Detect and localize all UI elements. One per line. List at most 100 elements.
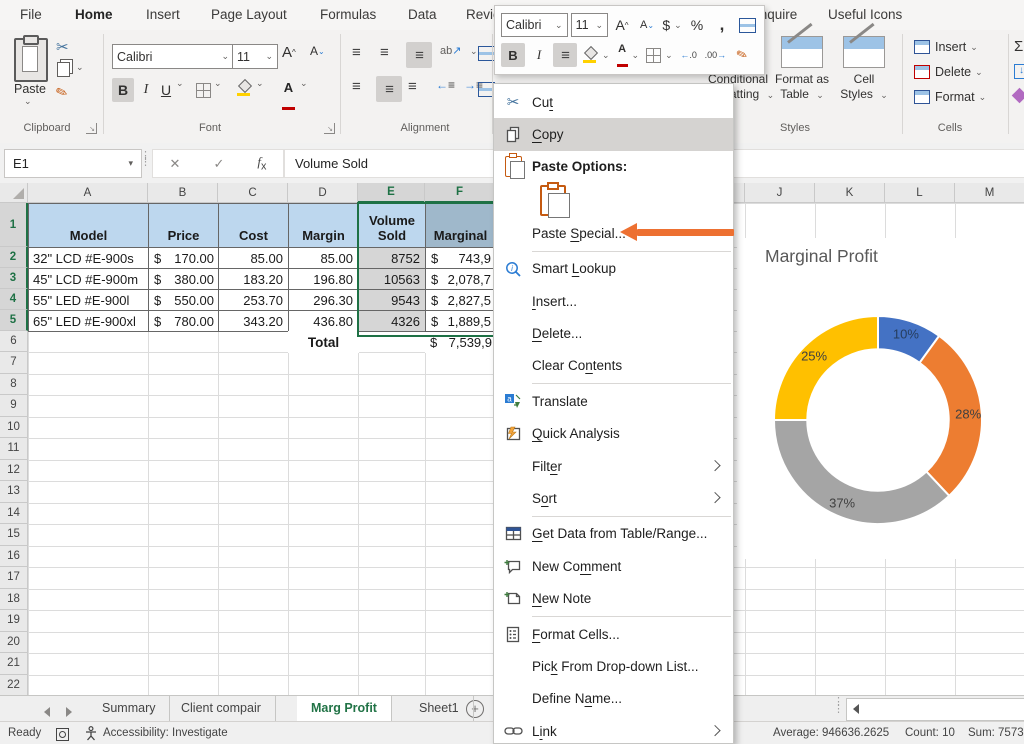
cell-price[interactable]: $170.00 — [148, 247, 219, 269]
column-header-B[interactable]: B — [148, 183, 218, 203]
cell-volume[interactable]: 4326 — [358, 310, 426, 332]
mini-fill-color-button[interactable]: ⌄ — [580, 43, 612, 67]
menu-item-get-data-from-table-range[interactable]: Get Data from Table/Range... — [494, 518, 733, 550]
cell-model[interactable]: 65" LED #E-900xl — [28, 310, 149, 332]
format-painter-button[interactable]: ✎ — [53, 83, 70, 103]
paste-dropdown-chevron[interactable]: ⌄ — [24, 96, 32, 107]
cell-cost[interactable]: 343.20 — [218, 310, 289, 332]
column-header-D[interactable]: D — [288, 183, 358, 203]
delete-cells-button[interactable]: Delete⌄ — [914, 65, 983, 79]
row-header-16[interactable]: 16 — [0, 546, 28, 568]
sheet-nav-right-icon[interactable] — [66, 704, 72, 722]
column-header-K[interactable]: K — [815, 183, 885, 203]
orientation-dropdown-chevron[interactable]: ⌄ — [470, 46, 478, 57]
cell-model[interactable]: 55" LED #E-900l — [28, 289, 149, 311]
menu-item-copy[interactable]: Copy — [494, 118, 733, 150]
menu-item-clear-contents[interactable]: Clear Contents — [494, 350, 733, 382]
table-header-cell[interactable]: VolumeSold — [358, 203, 426, 248]
underline-button[interactable]: U — [158, 78, 174, 102]
italic-button[interactable]: I — [138, 78, 154, 102]
scrollbar-divider[interactable]: ⋮⋮ — [833, 699, 844, 713]
row-header-14[interactable]: 14 — [0, 503, 28, 525]
menu-item-link[interactable]: Link — [494, 715, 733, 744]
align-right-button[interactable]: ≡ — [408, 78, 416, 95]
menu-item-filter[interactable]: Filter — [494, 450, 733, 482]
cell-price[interactable]: $550.00 — [148, 289, 219, 311]
fill-color-button[interactable] — [236, 80, 252, 101]
align-left-button[interactable]: ≡ — [352, 78, 360, 95]
cell-marginal[interactable]: $2,827,5 — [425, 289, 496, 311]
increase-font-button[interactable]: A^ — [282, 44, 296, 61]
row-header-21[interactable]: 21 — [0, 653, 28, 675]
font-size-combo[interactable]: 11⌄ — [232, 44, 278, 69]
cell-price[interactable]: $380.00 — [148, 268, 219, 290]
decrease-indent-button[interactable]: ←≡ — [436, 78, 454, 92]
row-header-3[interactable]: 3 — [0, 268, 28, 289]
cell-margin[interactable]: 436.80 — [288, 310, 359, 332]
column-header-F[interactable]: F — [425, 183, 495, 203]
doughnut-slice-25%[interactable] — [774, 316, 878, 420]
table-header-cell[interactable]: Margin — [288, 203, 359, 248]
horizontal-scrollbar[interactable] — [846, 698, 1024, 721]
mini-comma-button[interactable]: , — [711, 13, 733, 37]
menu-item-cut[interactable]: ✂Cut — [494, 86, 733, 118]
cell-marginal[interactable]: $743,9 — [425, 247, 496, 269]
column-header-L[interactable]: L — [885, 183, 955, 203]
formula-bar-divider[interactable]: ⋮⋮ — [140, 153, 151, 165]
mini-font-name-combo[interactable]: Calibri⌄ — [501, 13, 568, 37]
mini-format-painter-icon[interactable]: ✎ — [728, 40, 757, 70]
row-header-19[interactable]: 19 — [0, 610, 28, 632]
mini-font-size-combo[interactable]: 11⌄ — [571, 13, 608, 37]
orientation-button[interactable]: ab↗ — [440, 44, 461, 57]
decrease-font-button[interactable]: A⌄ — [310, 44, 325, 58]
fill-color-dropdown-chevron[interactable]: ⌄ — [256, 78, 264, 89]
menu-item-pick-from-drop-down-list[interactable]: Pick From Drop-down List... — [494, 650, 733, 682]
tab-useful-icons[interactable]: Useful Icons — [824, 0, 906, 30]
row-header-4[interactable]: 4 — [0, 289, 28, 310]
sheet-tab-marg-profit[interactable]: Marg Profit — [297, 696, 392, 723]
menu-item-translate[interactable]: aTranslate — [494, 385, 733, 417]
table-header-cell[interactable]: Cost — [218, 203, 289, 248]
cut-button[interactable]: ✂ — [56, 38, 69, 56]
row-header-5[interactable]: 5 — [0, 310, 28, 331]
format-as-table-button[interactable]: Format asTable ⌄ — [762, 36, 842, 102]
table-header-cell[interactable]: Model — [28, 203, 149, 248]
mini-currency-button[interactable]: $ ⌄ — [661, 13, 683, 37]
menu-item-new-comment[interactable]: New Comment — [494, 550, 733, 582]
row-header-6[interactable]: 6 — [0, 331, 28, 352]
mini-borders-button[interactable]: ⌄ — [644, 43, 675, 67]
sheet-tab-summary[interactable]: Summary — [88, 696, 170, 721]
table-header-cell[interactable]: Marginal — [425, 203, 496, 248]
copy-dropdown-chevron[interactable]: ⌄ — [76, 62, 84, 73]
borders-button[interactable] — [196, 83, 211, 103]
accessibility-icon[interactable] — [84, 726, 98, 744]
select-all-button[interactable] — [0, 183, 28, 203]
mini-increase-decimal-button[interactable]: ←.0 — [678, 43, 700, 67]
sheet-nav-left-icon[interactable] — [44, 704, 50, 722]
column-header-M[interactable]: M — [955, 183, 1024, 203]
format-cells-button[interactable]: Format⌄ — [914, 90, 986, 104]
tab-page-layout[interactable]: Page Layout — [207, 0, 291, 30]
row-header-22[interactable]: 22 — [0, 675, 28, 696]
column-header-J[interactable]: J — [745, 183, 815, 203]
clipboard-dialog-launcher[interactable] — [86, 123, 97, 134]
row-header-8[interactable]: 8 — [0, 374, 28, 396]
row-header-1[interactable]: 1 — [0, 203, 28, 247]
cell-model[interactable]: 32" LCD #E-900s — [28, 247, 149, 269]
paste-label[interactable]: Paste — [8, 82, 52, 96]
cell-cost[interactable]: 253.70 — [218, 289, 289, 311]
font-name-combo[interactable]: Calibri⌄ — [112, 44, 234, 69]
font-color-button[interactable]: A — [282, 79, 295, 115]
fill-down-icon[interactable]: ↓ — [1014, 64, 1024, 79]
cell-styles-button[interactable]: CellStyles ⌄ — [836, 36, 892, 102]
menu-item-quick-analysis[interactable]: Quick Analysis — [494, 418, 733, 450]
mini-increase-font-button[interactable]: A^ — [611, 13, 633, 37]
cell-model[interactable]: 45" LCD #E-900m — [28, 268, 149, 290]
mini-bold-button[interactable]: B — [501, 43, 525, 67]
row-header-15[interactable]: 15 — [0, 524, 28, 546]
name-box[interactable]: E1 ▾ — [4, 149, 142, 178]
menu-item-insert[interactable]: Insert... — [494, 285, 733, 317]
scroll-left-icon[interactable] — [853, 701, 859, 719]
tab-home[interactable]: Home — [71, 0, 117, 33]
autosum-icon[interactable]: Σ — [1014, 38, 1023, 55]
